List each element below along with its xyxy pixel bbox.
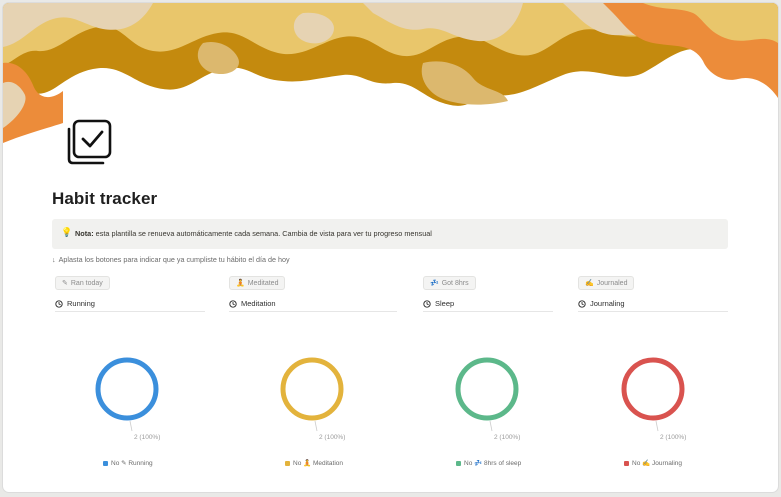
callout: 💡 Nota: esta plantilla se renueva automá… xyxy=(52,219,728,249)
legend-swatch xyxy=(624,460,629,466)
legend-swatch xyxy=(285,460,290,466)
sleep-property[interactable]: Sleep xyxy=(423,296,553,312)
button-label: Got 8hrs xyxy=(441,279,469,287)
property-label: Journaling xyxy=(590,299,625,308)
arrow-down-icon: ↓ xyxy=(52,255,56,264)
callout-body: esta plantilla se renueva automáticament… xyxy=(93,229,432,238)
journaling-property[interactable]: Journaling xyxy=(578,296,728,312)
journaled-button[interactable]: ✍ Journaled xyxy=(578,276,635,290)
cover-image[interactable] xyxy=(3,3,778,163)
meditation-icon: 🧘 xyxy=(236,280,245,287)
data-label: 2 (100%) xyxy=(660,434,687,441)
legend-item: No ✍ Journaling xyxy=(624,459,682,467)
clock-icon xyxy=(423,299,431,308)
got-8hrs-button[interactable]: 💤 Got 8hrs xyxy=(423,276,476,290)
writing-icon: ✍ xyxy=(585,280,594,287)
label-leader-line xyxy=(489,420,493,432)
legend-item: No 🧘 Meditation xyxy=(285,459,343,467)
clock-icon xyxy=(55,299,63,308)
pencil-icon: ✎ xyxy=(62,280,68,287)
donut-slice[interactable] xyxy=(621,357,685,421)
legend-label: No 🧘 Meditation xyxy=(293,460,344,467)
property-label: Meditation xyxy=(241,299,276,308)
button-label: Ran today xyxy=(70,279,103,287)
button-label: Meditated xyxy=(247,279,279,287)
checklist-icon[interactable] xyxy=(61,117,119,175)
callout-text: Nota: esta plantilla se renueva automáti… xyxy=(75,229,432,238)
sleep-icon: 💤 xyxy=(430,280,439,287)
instructions-text: Aplasta los botones para indicar que ya … xyxy=(58,255,290,264)
legend-swatch xyxy=(456,460,461,466)
ran-today-button[interactable]: ✎ Ran today xyxy=(55,276,110,290)
donut-slice[interactable] xyxy=(95,357,159,421)
page: Habit tracker 💡 Nota: esta plantilla se … xyxy=(3,3,778,492)
legend-item: No 💤 8hrs of sleep xyxy=(456,459,521,467)
label-leader-line xyxy=(129,420,133,432)
legend-item: No ✎ Running xyxy=(103,459,153,467)
page-title[interactable]: Habit tracker xyxy=(52,189,157,209)
legend-swatch xyxy=(103,460,108,466)
clock-icon xyxy=(229,299,237,308)
meditation-property[interactable]: Meditation xyxy=(229,296,397,312)
donut-slice[interactable] xyxy=(455,357,519,421)
clock-icon xyxy=(578,299,586,308)
property-label: Sleep xyxy=(435,299,455,308)
label-leader-line xyxy=(314,420,318,432)
legend-label: No ✍ Journaling xyxy=(632,460,683,467)
callout-bold: Nota: xyxy=(75,229,94,238)
legend-label: No 💤 8hrs of sleep xyxy=(464,460,522,467)
button-label: Journaled xyxy=(596,279,628,287)
label-leader-line xyxy=(655,420,659,432)
legend-label: No ✎ Running xyxy=(111,460,153,467)
data-label: 2 (100%) xyxy=(319,434,346,441)
data-label: 2 (100%) xyxy=(494,434,521,441)
instructions: ↓ Aplasta los botones para indicar que ya… xyxy=(52,255,290,264)
data-label: 2 (100%) xyxy=(134,434,161,441)
running-property[interactable]: Running xyxy=(55,296,205,312)
donut-slice[interactable] xyxy=(280,357,344,421)
property-label: Running xyxy=(67,299,95,308)
lightbulb-icon: 💡 xyxy=(61,227,73,237)
meditated-button[interactable]: 🧘 Meditated xyxy=(229,276,286,290)
